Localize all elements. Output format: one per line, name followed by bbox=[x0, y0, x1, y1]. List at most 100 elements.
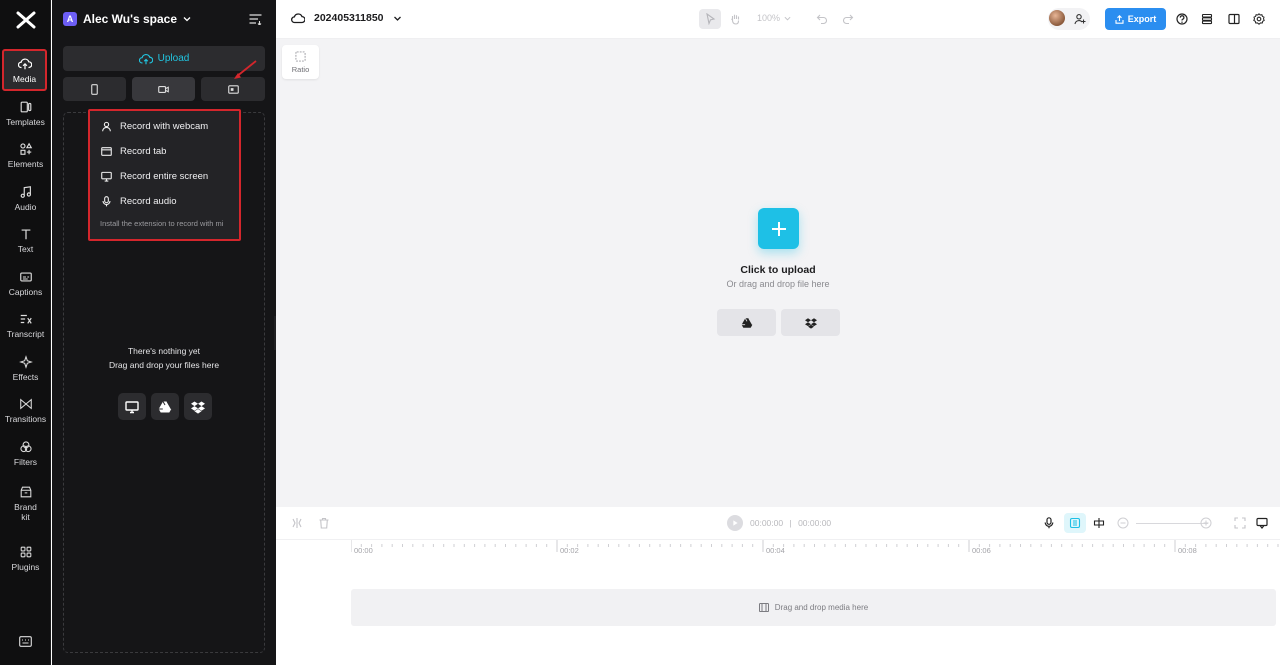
help-button[interactable] bbox=[1171, 9, 1193, 29]
layers-icon bbox=[1201, 13, 1213, 25]
rail-item-elements[interactable]: Elements bbox=[0, 134, 51, 176]
hand-tool-button[interactable] bbox=[724, 9, 746, 29]
rail-item-media[interactable]: Media bbox=[2, 49, 47, 91]
upload-from-dropbox-button[interactable] bbox=[184, 393, 212, 420]
rail-item-audio[interactable]: Audio bbox=[0, 177, 51, 219]
rail-label: Effects bbox=[12, 371, 39, 382]
microphone-icon bbox=[102, 195, 111, 206]
rail-label: Captions bbox=[8, 286, 43, 297]
menu-item-record-webcam[interactable]: Record with webcam bbox=[90, 116, 239, 136]
editor-app: Media Templates Elements Audio Text Capt… bbox=[0, 0, 1280, 665]
ruler-label: 00:08 bbox=[1178, 546, 1197, 555]
sparkle-icon bbox=[18, 354, 33, 369]
auto-snap-button[interactable] bbox=[1064, 513, 1086, 533]
zoom-out-button[interactable] bbox=[1116, 516, 1130, 530]
upload-label: Upload bbox=[157, 53, 190, 64]
gear-icon bbox=[1253, 13, 1265, 25]
music-note-icon bbox=[20, 185, 31, 198]
split-button[interactable] bbox=[290, 516, 304, 530]
zoom-in-button[interactable] bbox=[1199, 516, 1213, 530]
timecode: 00:00:00 | 00:00:00 bbox=[750, 518, 831, 528]
ratio-label: Ratio bbox=[291, 64, 310, 74]
main-track-dropzone[interactable]: Drag and drop media here bbox=[351, 589, 1276, 626]
drag-drop-hint: Or drag and drop file here bbox=[726, 279, 830, 289]
play-icon bbox=[733, 520, 738, 526]
rail-item-captions[interactable]: Captions bbox=[0, 262, 51, 304]
app-logo-icon[interactable] bbox=[15, 10, 37, 30]
preview-canvas[interactable]: Ratio Click to upload Or drag and drop f… bbox=[276, 39, 1280, 507]
cloud-upload-icon bbox=[138, 53, 153, 64]
time-separator: | bbox=[789, 518, 792, 528]
rail-item-text[interactable]: Text bbox=[0, 219, 51, 261]
monitor-icon bbox=[125, 400, 139, 413]
left-rail: Media Templates Elements Audio Text Capt… bbox=[0, 0, 51, 665]
redo-button[interactable] bbox=[837, 9, 859, 29]
dropbox-upload-button[interactable] bbox=[781, 309, 840, 336]
rail-label: Elements bbox=[7, 158, 44, 169]
zoom-select[interactable]: 100% bbox=[757, 13, 791, 23]
menu-item-label: Record audio bbox=[120, 195, 177, 207]
record-phone-button[interactable] bbox=[63, 77, 126, 101]
settings-button[interactable] bbox=[1248, 9, 1270, 29]
layout-toggle-button[interactable] bbox=[1223, 9, 1245, 29]
pointer-icon bbox=[706, 13, 716, 25]
rail-item-templates[interactable]: Templates bbox=[0, 92, 51, 134]
rail-item-transcript[interactable]: Transcript bbox=[0, 304, 51, 346]
user-avatar[interactable] bbox=[1049, 10, 1065, 26]
project-name: 202405311850 bbox=[314, 12, 384, 24]
text-icon bbox=[21, 228, 30, 239]
menu-item-record-screen[interactable]: Record entire screen bbox=[90, 166, 239, 186]
workspace-switcher[interactable]: A Alec Wu's space bbox=[63, 11, 191, 27]
rail-label: Plugins bbox=[11, 561, 40, 572]
undo-icon bbox=[816, 14, 827, 25]
feedback-button[interactable] bbox=[1255, 516, 1269, 530]
add-user-icon[interactable] bbox=[1074, 13, 1086, 25]
workspace-name: Alec Wu's space bbox=[83, 12, 178, 26]
dropbox-icon bbox=[191, 401, 205, 414]
dropbox-icon bbox=[804, 317, 817, 329]
fullscreen-icon bbox=[1234, 517, 1246, 529]
undo-button[interactable] bbox=[811, 9, 833, 29]
export-icon bbox=[1115, 14, 1124, 24]
rail-item-effects[interactable]: Effects bbox=[0, 347, 51, 389]
video-camera-icon bbox=[158, 85, 169, 93]
rail-label: Transcript bbox=[6, 328, 45, 339]
ratio-button[interactable]: Ratio bbox=[282, 45, 319, 79]
menu-item-record-tab[interactable]: Record tab bbox=[90, 141, 239, 161]
timeline[interactable]: 00:00 00:02 00:04 00:06 00:08 Drag and d… bbox=[276, 540, 1280, 665]
filters-icon bbox=[19, 440, 32, 452]
click-to-upload-button[interactable] bbox=[758, 208, 799, 249]
upload-from-google-drive-button[interactable] bbox=[151, 393, 179, 420]
menu-item-record-audio[interactable]: Record audio bbox=[90, 191, 239, 211]
plus-circle-icon bbox=[1200, 517, 1212, 529]
film-icon bbox=[758, 603, 769, 612]
record-voiceover-button[interactable] bbox=[1042, 516, 1056, 530]
storage-button[interactable] bbox=[1196, 9, 1218, 29]
split-screen-button[interactable] bbox=[1092, 516, 1106, 530]
rail-item-brand-kit[interactable]: Brand kit bbox=[0, 479, 51, 527]
google-drive-upload-button[interactable] bbox=[717, 309, 776, 336]
transitions-icon bbox=[19, 398, 32, 409]
record-video-button[interactable] bbox=[132, 77, 195, 101]
rail-label: Filters bbox=[13, 456, 38, 467]
timeline-zoom-slider[interactable] bbox=[1136, 523, 1208, 524]
select-tool-button[interactable] bbox=[699, 9, 721, 29]
panel-options-icon[interactable] bbox=[249, 13, 262, 25]
delete-button[interactable] bbox=[317, 516, 331, 530]
rail-item-filters[interactable]: Filters bbox=[0, 432, 51, 474]
zoom-value: 100% bbox=[757, 13, 781, 23]
upload-from-computer-button[interactable] bbox=[118, 393, 146, 420]
fit-timeline-button[interactable] bbox=[1233, 516, 1247, 530]
workspace-avatar: A bbox=[63, 12, 77, 26]
keyboard-icon[interactable] bbox=[19, 636, 32, 647]
export-button[interactable]: Export bbox=[1105, 8, 1166, 30]
rail-item-plugins[interactable]: Plugins bbox=[0, 537, 51, 579]
cloud-upload-icon bbox=[17, 57, 32, 69]
menu-item-label: Record with webcam bbox=[120, 120, 209, 132]
comment-icon bbox=[1256, 517, 1268, 529]
sidebar-layout-icon bbox=[1228, 13, 1240, 25]
project-title[interactable]: 202405311850 bbox=[291, 12, 402, 24]
play-button[interactable] bbox=[727, 515, 743, 531]
chevron-down-icon bbox=[183, 17, 191, 22]
rail-item-transitions[interactable]: Transitions bbox=[0, 389, 51, 431]
